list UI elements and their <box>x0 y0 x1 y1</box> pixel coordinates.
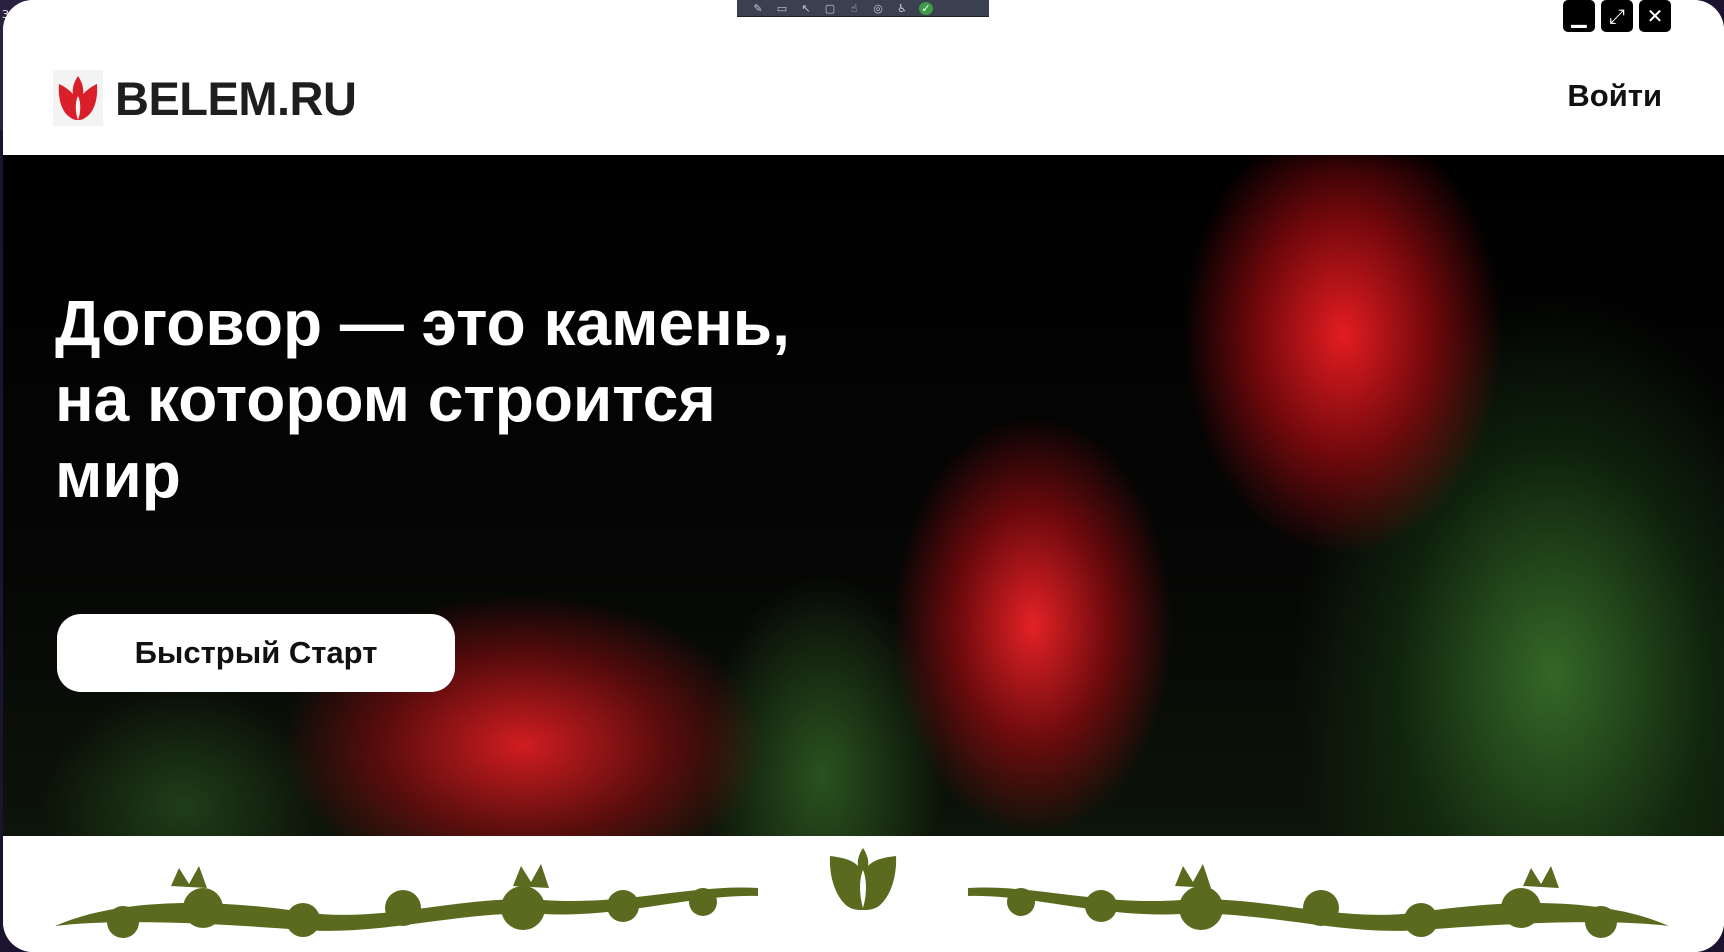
minimize-button[interactable]: ▁ <box>1563 0 1595 32</box>
touch-icon[interactable]: ☝ <box>847 2 861 15</box>
edit-icon[interactable]: ✎ <box>751 2 765 15</box>
hero-title-line-2: на котором строится <box>55 363 716 435</box>
browser-window: BELEM.RU Войти Договор — это камень, на … <box>3 0 1724 952</box>
restore-icon: ⤢ <box>1609 4 1625 28</box>
hero-title: Договор — это камень, на котором строитс… <box>55 285 815 513</box>
pointer-icon[interactable]: ↖ <box>799 2 813 15</box>
ornament-icon <box>55 848 1669 938</box>
login-link[interactable]: Войти <box>1567 78 1662 114</box>
audio-icon[interactable]: ◎ <box>871 2 885 15</box>
hero-title-line-3: мир <box>55 439 181 511</box>
ornament-band <box>3 836 1724 952</box>
record-icon[interactable]: ▭ <box>775 2 789 15</box>
check-icon[interactable]: ✓ <box>919 1 933 15</box>
quick-start-button[interactable]: Быстрый Старт <box>57 614 455 692</box>
tulip-logo-icon <box>53 70 103 126</box>
remote-session-toolbar: ✎ ▭ ↖ ▢ ☝ ◎ ♿ ✓ <box>737 0 989 17</box>
site-logo-link[interactable]: BELEM.RU <box>53 70 357 126</box>
close-button[interactable]: ✕ <box>1639 0 1671 32</box>
hero-title-line-1: Договор — это камень, <box>55 287 790 359</box>
minimize-icon: ▁ <box>1571 4 1587 28</box>
close-icon: ✕ <box>1646 4 1664 28</box>
logo-text: BELEM.RU <box>115 71 357 125</box>
accessibility-icon[interactable]: ♿ <box>895 2 909 15</box>
restore-button[interactable]: ⤢ <box>1601 0 1633 32</box>
hero-banner: Договор — это камень, на котором строитс… <box>3 155 1724 836</box>
site-header: BELEM.RU Войти <box>3 0 1724 155</box>
frame-icon[interactable]: ▢ <box>823 2 837 15</box>
